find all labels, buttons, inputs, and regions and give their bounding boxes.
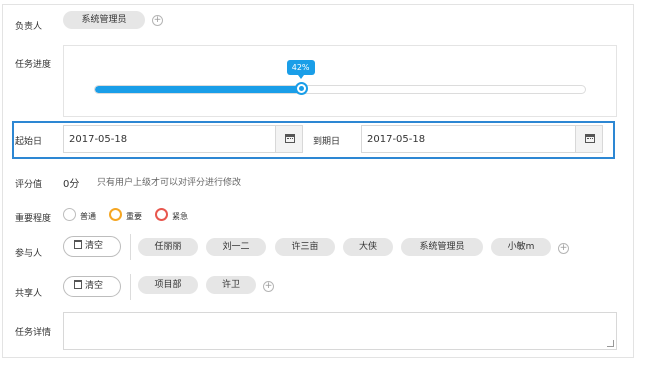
end-date-value: 2017-05-18 — [367, 134, 426, 145]
start-date-value: 2017-05-18 — [69, 134, 128, 145]
sharers-clear-label: 清空 — [85, 281, 104, 291]
importance-normal-label: 普通 — [80, 212, 96, 221]
progress-track[interactable] — [94, 85, 586, 94]
start-date-label: 起始日 — [15, 137, 43, 147]
owner-label: 负责人 — [15, 22, 43, 32]
importance-important-radio[interactable] — [109, 208, 122, 221]
trash-icon — [74, 280, 82, 289]
participants-clear-button[interactable]: 清空 — [63, 236, 121, 257]
importance-normal-radio[interactable] — [63, 208, 76, 221]
add-participant-icon[interactable]: + — [558, 243, 569, 254]
rating-note: 只有用户上级才可以对评分进行修改 — [97, 178, 242, 188]
progress-box: 42% — [63, 45, 617, 117]
participant-tag[interactable]: 系统管理员 — [401, 238, 483, 256]
end-date-calendar-button[interactable] — [575, 126, 602, 152]
resize-handle-icon[interactable] — [607, 340, 614, 347]
end-date-label: 到期日 — [313, 137, 341, 147]
start-date-input[interactable]: 2017-05-18 — [63, 125, 303, 153]
add-sharer-icon[interactable]: + — [263, 281, 274, 292]
participants-label: 参与人 — [15, 249, 43, 259]
sharers-clear-button[interactable]: 清空 — [63, 276, 121, 297]
sharer-tag[interactable]: 项目部 — [138, 276, 198, 294]
progress-label: 任务进度 — [15, 60, 52, 70]
importance-urgent-radio[interactable] — [155, 208, 168, 221]
participant-tag[interactable]: 刘一二 — [206, 238, 266, 256]
divider — [130, 274, 131, 300]
participant-tag[interactable]: 大侠 — [343, 238, 393, 256]
rating-label: 评分值 — [15, 180, 43, 190]
progress-tooltip: 42% — [286, 60, 315, 79]
participant-tag[interactable]: 任丽丽 — [138, 238, 198, 256]
calendar-icon — [285, 134, 295, 143]
calendar-icon — [585, 134, 595, 143]
trash-icon — [74, 240, 82, 249]
participant-tag[interactable]: 许三亩 — [275, 238, 335, 256]
rating-value: 0分 — [63, 179, 80, 190]
owner-tag[interactable]: 系统管理员 — [63, 11, 145, 29]
participants-clear-label: 清空 — [85, 241, 104, 251]
details-textarea[interactable] — [63, 312, 617, 350]
progress-slider-handle[interactable] — [294, 82, 308, 95]
importance-urgent-label: 紧急 — [172, 212, 188, 221]
progress-fill — [95, 86, 302, 93]
start-date-calendar-button[interactable] — [275, 126, 302, 152]
sharers-label: 共享人 — [15, 289, 43, 299]
add-owner-icon[interactable]: + — [152, 15, 163, 26]
importance-important-label: 重要 — [126, 212, 142, 221]
details-label: 任务详情 — [15, 328, 52, 338]
participant-tag[interactable]: 小敏m — [491, 238, 551, 256]
divider — [130, 234, 131, 260]
sharer-tag[interactable]: 许卫 — [206, 276, 256, 294]
end-date-input[interactable]: 2017-05-18 — [361, 125, 603, 153]
importance-label: 重要程度 — [15, 214, 52, 224]
